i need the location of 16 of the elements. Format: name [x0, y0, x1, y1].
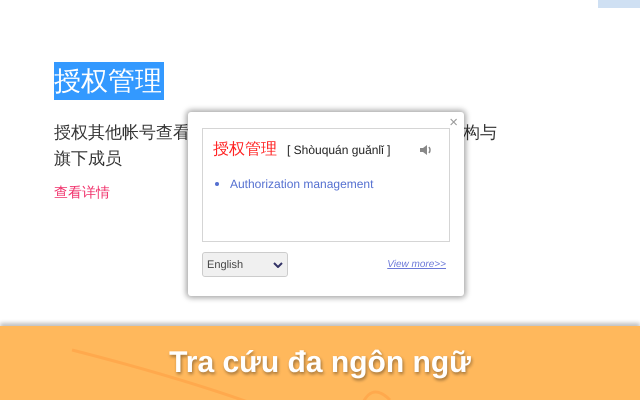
- paragraph-text: 授权其他帐号查看: [54, 122, 190, 144]
- heading: 授权管理: [54, 62, 164, 100]
- speaker-icon[interactable]: [419, 142, 433, 156]
- bullet-icon: [215, 182, 219, 186]
- details-link[interactable]: 查看详情: [54, 184, 110, 202]
- tab-strip: [598, 0, 640, 8]
- close-button[interactable]: ×: [449, 114, 458, 131]
- meaning: Authorization management: [230, 176, 374, 192]
- view-more-link[interactable]: View more>>: [387, 259, 446, 270]
- chevron-icon: [273, 262, 283, 268]
- language-select[interactable]: English: [202, 252, 288, 277]
- paragraph-text: 旗下成员: [54, 148, 122, 170]
- paragraph-text: 构与: [463, 122, 497, 144]
- pinyin: [ Shòuquán guǎnlǐ ]: [287, 142, 390, 156]
- banner-title: Tra cứu đa ngôn ngữ: [169, 346, 471, 380]
- headword: 授权管理: [213, 140, 277, 160]
